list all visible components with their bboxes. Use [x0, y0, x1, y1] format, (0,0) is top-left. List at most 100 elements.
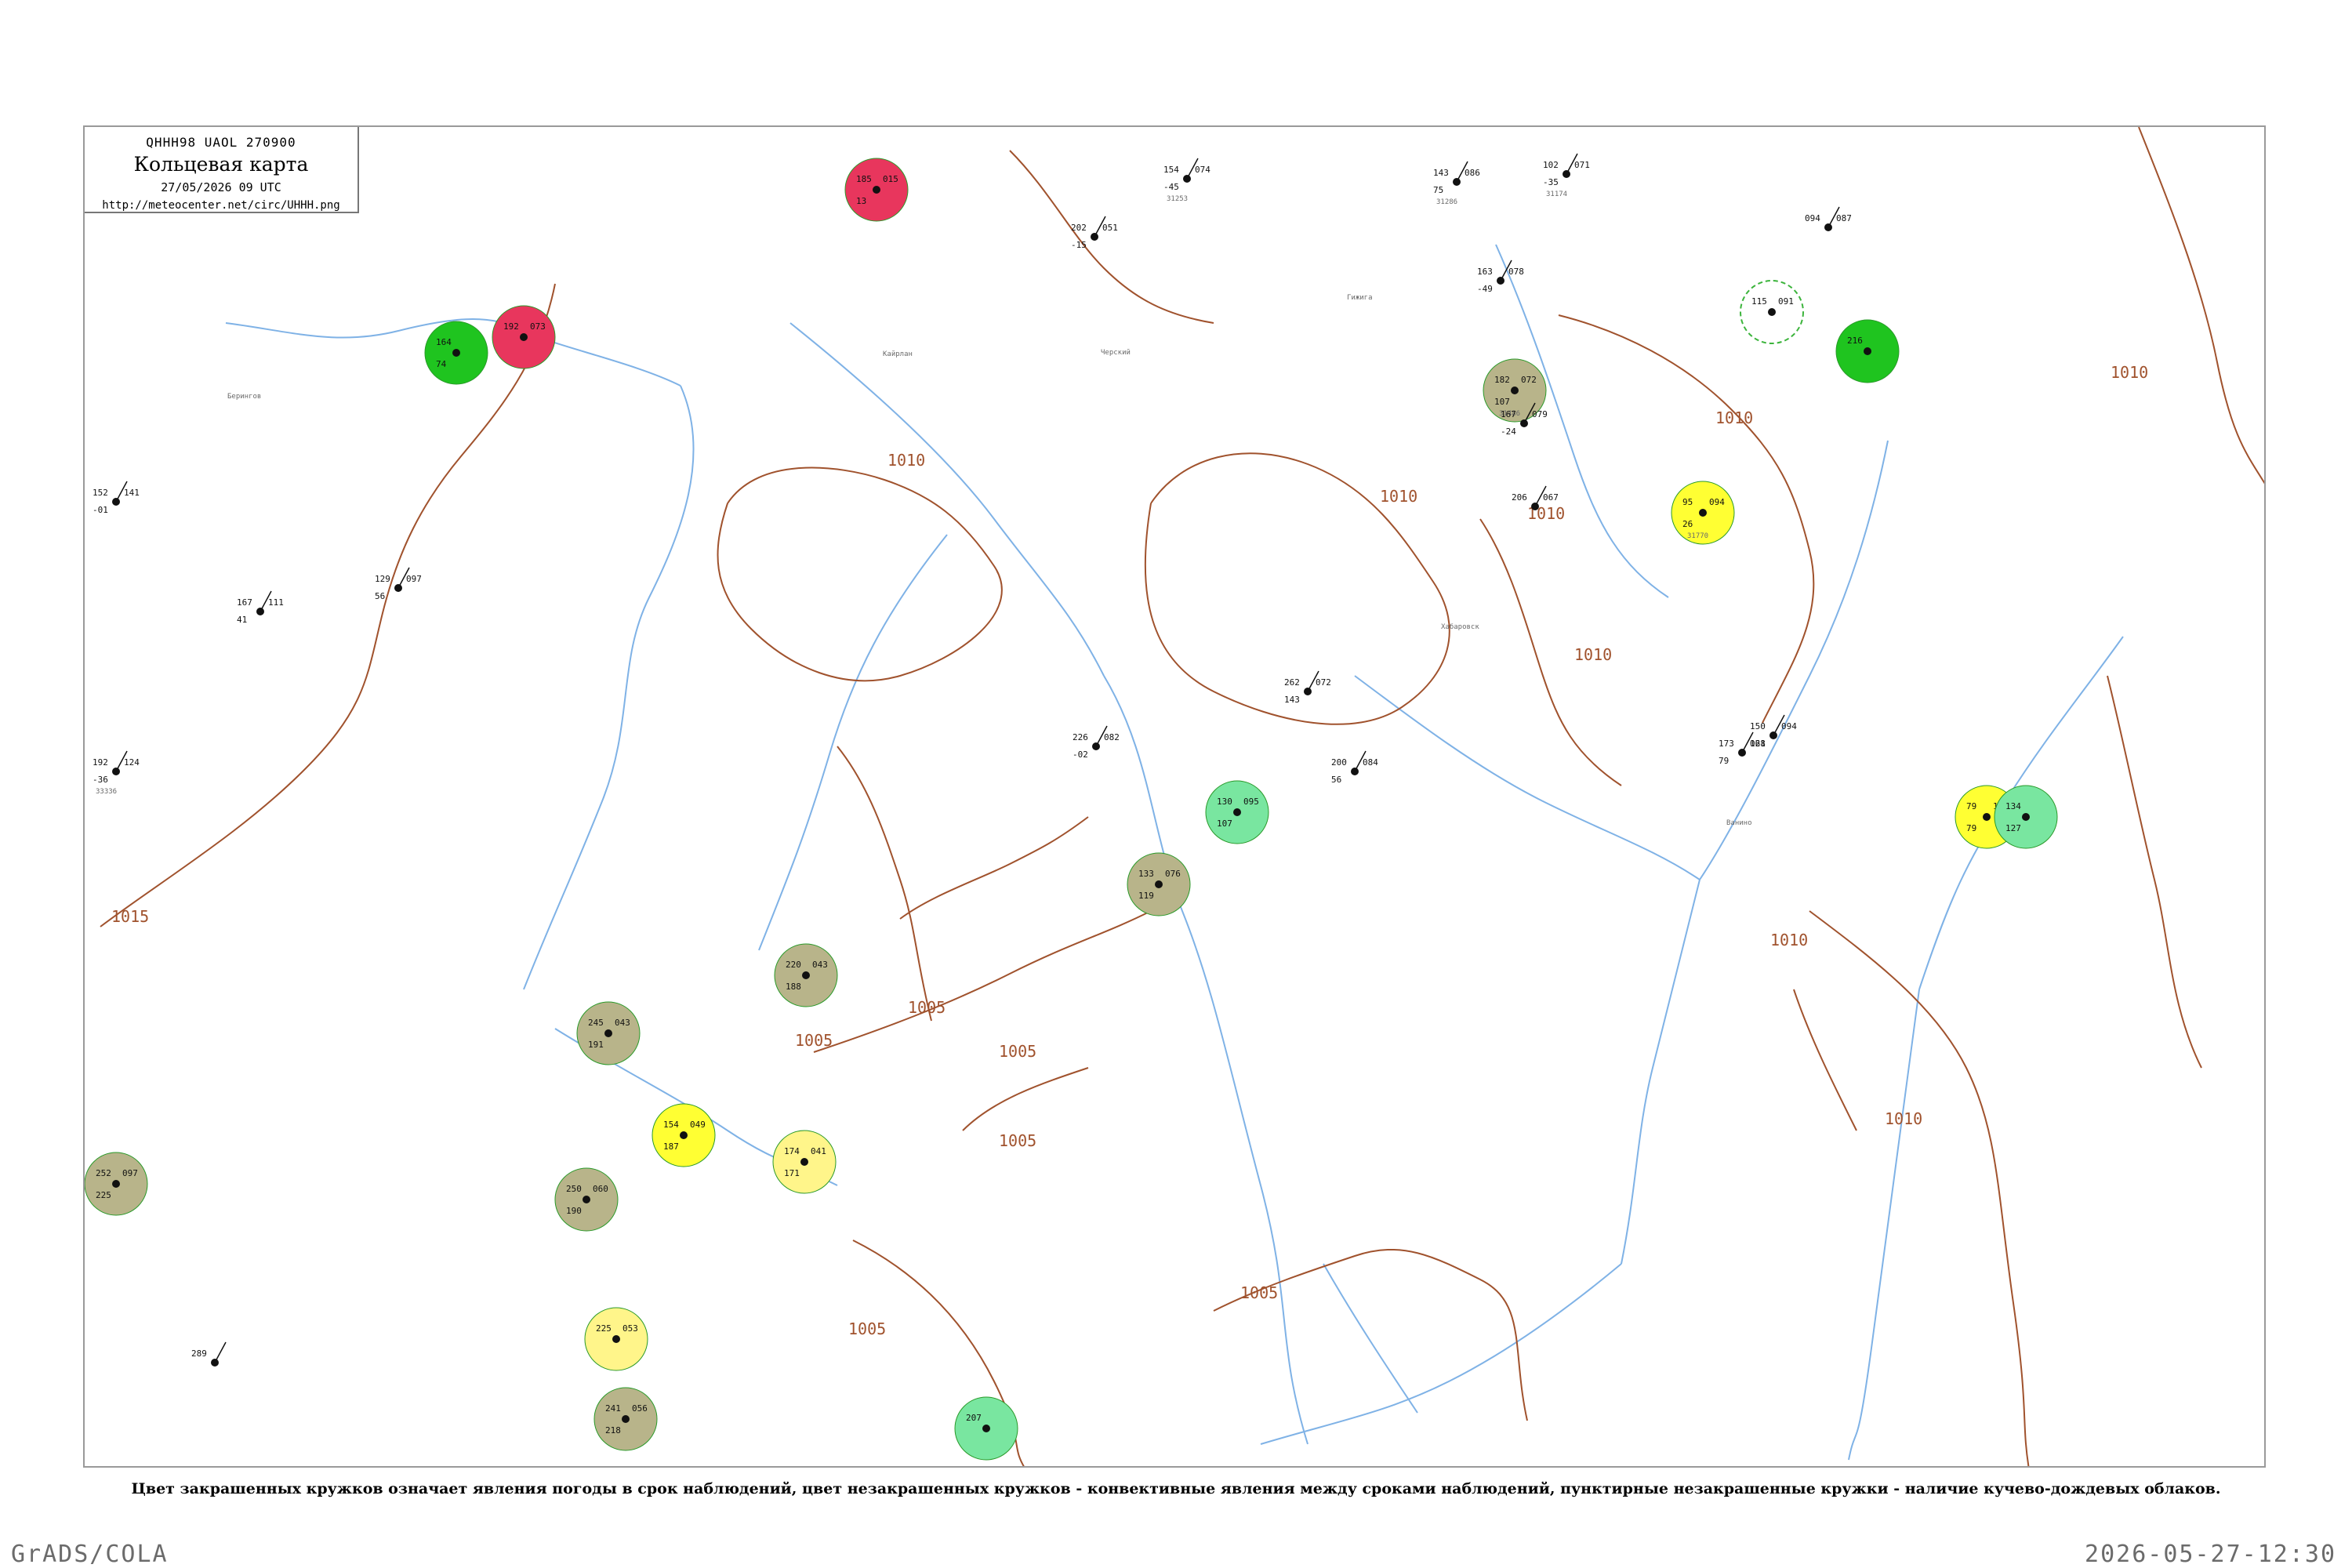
isobar-label: 1015 [111, 907, 149, 926]
station-value: 079 [1532, 409, 1548, 419]
station-dot [112, 1180, 120, 1188]
map-datetime: 27/05/2026 09 UTC [161, 180, 281, 194]
station-value: -45 [1163, 182, 1179, 192]
station-value: 141 [124, 488, 140, 498]
weather-station: 102 071 -35 31174 [1543, 153, 1590, 198]
station-value: -35 [1543, 177, 1559, 187]
weather-station: 163 078 -49 [1477, 260, 1524, 294]
station-value: 056 [632, 1403, 648, 1414]
station-value: 084 [1363, 757, 1378, 768]
bulletin-code: QHHH98 UAOL 270900 [146, 135, 296, 150]
station-value: 171 [784, 1168, 800, 1178]
station-dot [1155, 880, 1163, 888]
isobar-label: 1005 [908, 998, 946, 1017]
station-dot [2022, 813, 2030, 821]
place-name: Кайрлан [883, 350, 913, 358]
wind-barb [214, 1341, 227, 1363]
station-value: 192 [93, 757, 108, 768]
station-value: 143 [1284, 695, 1300, 705]
station-value: -01 [93, 505, 108, 515]
station-value: 072 [1521, 375, 1537, 385]
station-value: 173 [1719, 739, 1734, 749]
station-value: 119 [1138, 891, 1154, 901]
map-url[interactable]: http://meteocenter.net/circ/UHHH.png [85, 199, 358, 212]
weather-station: 154 074 -45 31253 [1163, 158, 1210, 203]
station-id: 31174 [1546, 191, 1567, 198]
weather-stations-colored: 185 01513192 07316474115 091216182 072107314… [85, 158, 2058, 1461]
station-id: 31253 [1167, 195, 1188, 203]
station-value: 241 [605, 1403, 621, 1414]
station-value: 095 [1243, 797, 1259, 807]
weather-station: 152 141 -01 [93, 481, 140, 515]
station-value: -02 [1073, 750, 1088, 760]
station-dot [802, 971, 810, 979]
isobar-label: 1005 [999, 1131, 1036, 1150]
station-value: 124 [124, 757, 140, 768]
station-value: 202 [1071, 223, 1087, 233]
place-name: Хабаровск [1441, 622, 1479, 631]
station-dot [452, 349, 460, 357]
station-value: 115 [1751, 296, 1767, 307]
isobar-label: 1005 [848, 1319, 886, 1338]
place-name: Берингов [227, 393, 261, 401]
station-value: 154 [663, 1120, 679, 1130]
station-value: 262 [1284, 677, 1300, 688]
weather-station: 174 041 171 [772, 1130, 837, 1194]
station-value: 164 [436, 337, 452, 347]
weather-station: 130 095 107 [1205, 780, 1269, 844]
station-value: 250 [566, 1184, 582, 1194]
station-value: 167 [237, 597, 252, 608]
isobar-label: 1010 [1885, 1109, 1922, 1128]
station-value: 060 [593, 1184, 608, 1194]
station-value: 13 [856, 196, 866, 206]
isobar-labels: 1010 1010 1010 1010 1010 1015 1005 1005 … [111, 363, 2148, 1338]
station-value: 127 [2005, 823, 2021, 833]
station-value: -24 [1501, 426, 1516, 437]
station-dot [583, 1196, 590, 1203]
isobar-label: 1005 [795, 1031, 833, 1050]
weather-station: 226 082 -02 [1073, 725, 1120, 760]
station-value: 072 [1316, 677, 1331, 688]
station-value: 086 [1465, 168, 1480, 178]
station-value: 225 [596, 1323, 612, 1334]
station-value: 289 [191, 1348, 207, 1359]
map-title: Кольцевая карта [133, 153, 309, 176]
station-value: 067 [1543, 492, 1559, 503]
station-id: 31770 [1687, 532, 1708, 540]
station-value: 133 [1138, 869, 1154, 879]
weather-station: 289 [191, 1341, 227, 1367]
station-value: 174 [784, 1146, 800, 1156]
weather-station: 245 043 191 [576, 1001, 641, 1065]
station-value: 191 [588, 1040, 604, 1050]
weather-station: 202 051 -15 [1071, 216, 1118, 250]
footer-software: GrADS/COLA [11, 1541, 169, 1568]
station-value: 076 [1165, 869, 1181, 879]
station-value: 185 [856, 174, 872, 184]
station-value: 225 [96, 1190, 111, 1200]
weather-station: 134 127 [1994, 785, 2058, 849]
station-value: 129 [375, 574, 390, 584]
station-value: 190 [566, 1206, 582, 1216]
place-name: Ванино [1726, 819, 1752, 827]
station-value: 051 [1102, 223, 1118, 233]
weather-station: 207 [954, 1396, 1018, 1461]
weather-station: 192 073 [492, 305, 556, 369]
station-value: 154 [1163, 165, 1179, 175]
weather-station: 216 [1835, 319, 1900, 383]
station-value: 226 [1073, 732, 1088, 742]
station-value: 015 [883, 174, 898, 184]
weather-station: 164 74 [424, 321, 488, 385]
station-dot [1768, 308, 1776, 316]
station-value: 097 [406, 574, 422, 584]
isobar-label: 1010 [1574, 645, 1612, 664]
station-value: 143 [1433, 168, 1449, 178]
isobar-label: 1010 [1715, 408, 1753, 427]
station-value: 071 [1574, 160, 1590, 170]
station-value: 102 [1543, 160, 1559, 170]
station-dot [1233, 808, 1241, 816]
weather-station: 225 053 [584, 1307, 648, 1371]
station-value: 152 [93, 488, 108, 498]
isobar-label: 1010 [2111, 363, 2148, 382]
weather-station: 154 049 187 [652, 1103, 716, 1167]
isobar-label: 1010 [1380, 487, 1417, 506]
